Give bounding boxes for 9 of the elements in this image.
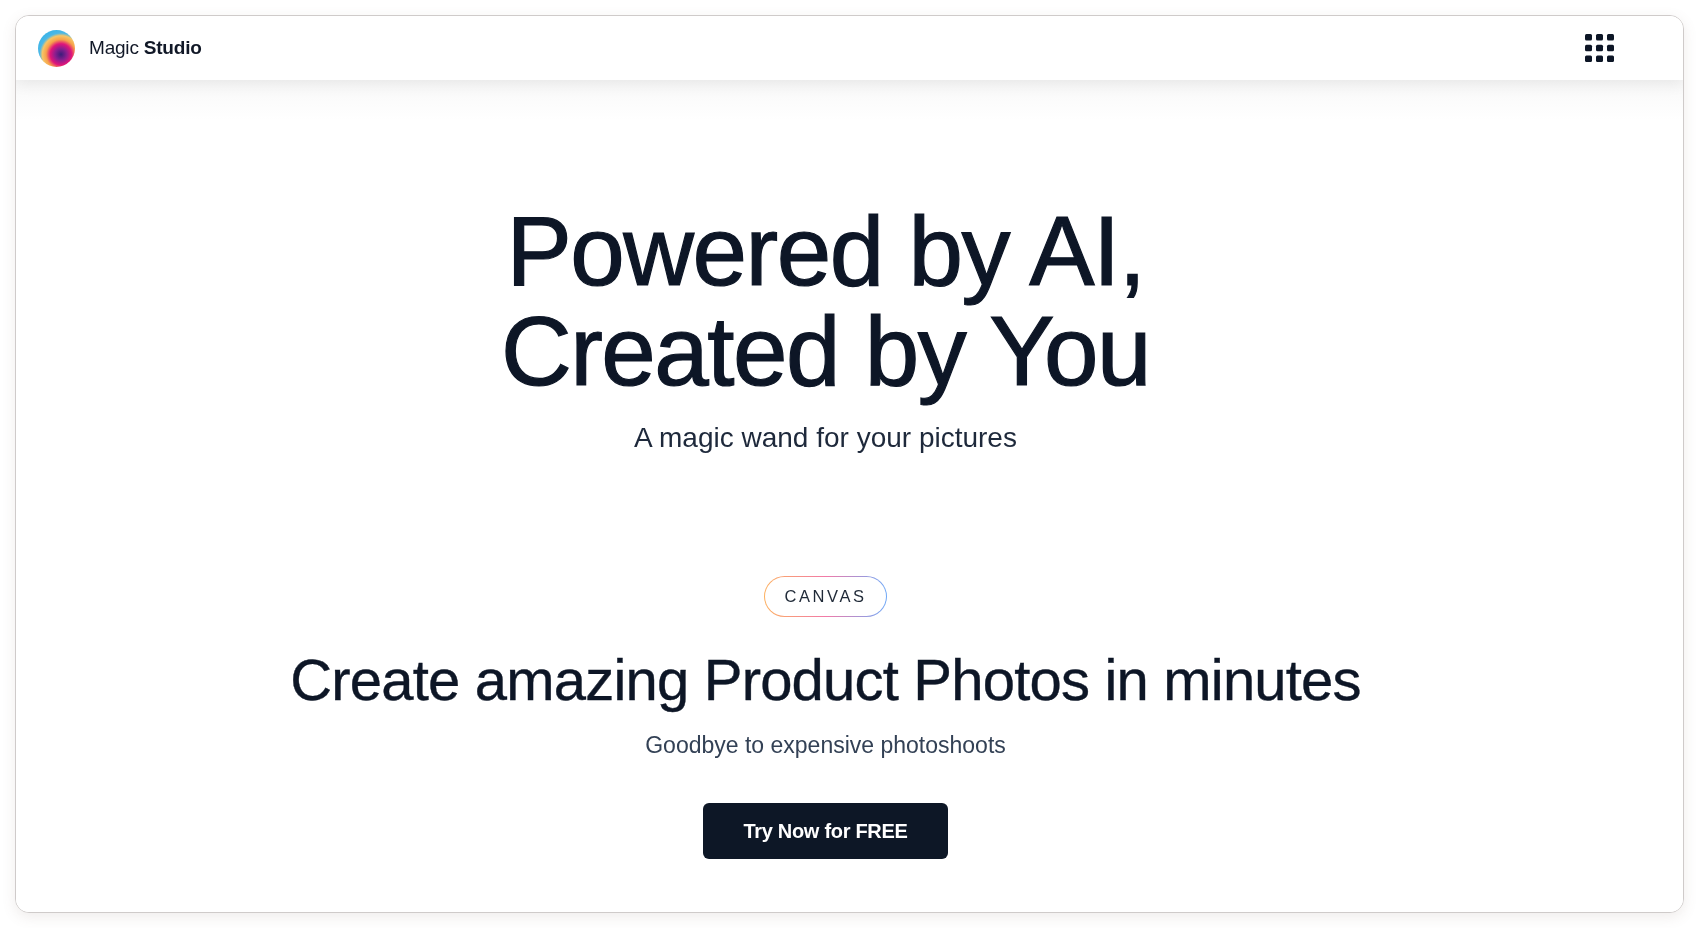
brand-name[interactable]: Magic Studio: [89, 37, 202, 59]
feature-heading: Create amazing Product Photos in minutes: [290, 648, 1361, 712]
grid-menu-icon[interactable]: [1585, 34, 1614, 62]
try-now-button[interactable]: Try Now for FREE: [703, 803, 948, 859]
feature-subheading: Goodbye to expensive photoshoots: [645, 731, 1006, 759]
section-tag: CANVAS: [764, 576, 887, 617]
hero-title: Powered by AI, Created by You: [499, 195, 1152, 408]
logo-icon[interactable]: [38, 29, 75, 67]
hero-subtitle: A magic wand for your pictures: [634, 421, 1017, 455]
